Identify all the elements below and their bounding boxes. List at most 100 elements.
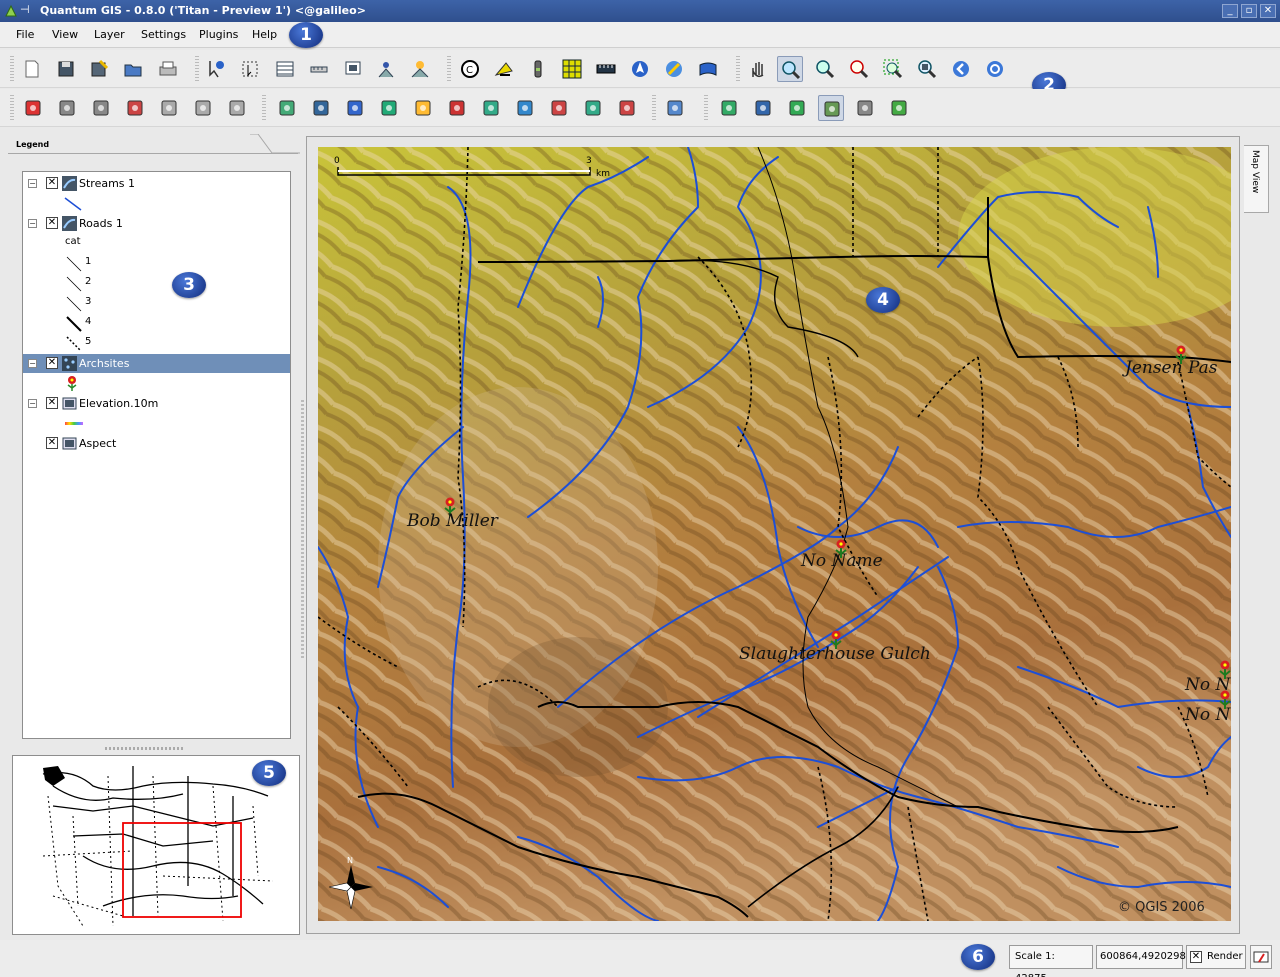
- grass-mapset-icon[interactable]: [750, 95, 776, 121]
- measure-line-icon[interactable]: [306, 56, 332, 82]
- north-arrow-icon[interactable]: [491, 56, 517, 82]
- grass-edit-icon[interactable]: [818, 95, 844, 121]
- legend-layer-aspect[interactable]: ✕ Aspect: [23, 434, 290, 453]
- refresh-icon[interactable]: [982, 56, 1008, 82]
- navigate-icon[interactable]: [627, 56, 653, 82]
- menu-layer[interactable]: Layer: [94, 28, 125, 41]
- projection-button[interactable]: [1250, 945, 1272, 969]
- grid-icon[interactable]: [559, 56, 585, 82]
- layer-visible-checkbox[interactable]: ✕: [46, 177, 58, 189]
- toolbar-grip[interactable]: [704, 95, 708, 121]
- minimize-icon[interactable]: _: [1222, 4, 1238, 18]
- measure-area-icon[interactable]: [373, 56, 399, 82]
- split-feature-icon[interactable]: [190, 95, 216, 121]
- print-icon[interactable]: [155, 56, 181, 82]
- layer-visible-checkbox[interactable]: ✕: [46, 437, 58, 449]
- add-postgis-layer-icon[interactable]: [342, 95, 368, 121]
- close-icon[interactable]: ✕: [1260, 4, 1276, 18]
- layer-visible-checkbox[interactable]: ✕: [46, 397, 58, 409]
- collapse-icon[interactable]: −: [28, 399, 37, 408]
- help-book-icon[interactable]: [662, 95, 688, 121]
- copyright-icon[interactable]: C: [457, 56, 483, 82]
- move-feature-icon[interactable]: [156, 95, 182, 121]
- script-icon[interactable]: [695, 56, 721, 82]
- show-overview-icon[interactable]: [580, 95, 606, 121]
- toolbar-grip[interactable]: [652, 95, 656, 121]
- legend-tab[interactable]: Legend: [8, 134, 258, 154]
- toolbar-grip[interactable]: [10, 56, 14, 82]
- menu-help[interactable]: Help: [252, 28, 277, 41]
- gps-icon[interactable]: [661, 56, 687, 82]
- zoom-selection-icon[interactable]: [880, 56, 906, 82]
- layer-visible-checkbox[interactable]: ✕: [46, 357, 58, 369]
- toolbar-grip[interactable]: [262, 95, 266, 121]
- digitize-polygon-icon[interactable]: [88, 95, 114, 121]
- legend-panel[interactable]: − ✕ Streams 1 − ✕ Roads 1 cat 1 2 3 4 5 …: [22, 171, 291, 739]
- legend-layer-elevation[interactable]: − ✕ Elevation.10m: [23, 394, 290, 413]
- north-label: N: [347, 856, 353, 865]
- splitter-handle[interactable]: [105, 747, 185, 750]
- zoom-full-icon[interactable]: [846, 56, 872, 82]
- collapse-icon[interactable]: −: [28, 219, 37, 228]
- delete-feature-icon[interactable]: [122, 95, 148, 121]
- map-canvas[interactable]: 0 3 km Bob Miller No Name Slaughterhouse…: [318, 147, 1231, 921]
- digitize-line-icon[interactable]: [54, 95, 80, 121]
- legend-layer-streams[interactable]: − ✕ Streams 1: [23, 174, 290, 193]
- remove-overview-icon[interactable]: [614, 95, 640, 121]
- scale-bar-icon[interactable]: [525, 56, 551, 82]
- toolbar-grip[interactable]: [736, 56, 740, 82]
- toolbar-grip[interactable]: [195, 56, 199, 82]
- digitize-point-icon[interactable]: [20, 95, 46, 121]
- zoom-out-icon[interactable]: [812, 56, 838, 82]
- pin-icon[interactable]: ⊣: [20, 3, 30, 16]
- map-rendering[interactable]: 0 3 km Bob Miller No Name Slaughterhouse…: [318, 147, 1231, 921]
- zoom-layer-icon[interactable]: [914, 56, 940, 82]
- select-icon[interactable]: [237, 56, 263, 82]
- add-wms-layer-icon[interactable]: [376, 95, 402, 121]
- pan-icon[interactable]: [745, 56, 771, 82]
- ruler-icon[interactable]: [593, 56, 619, 82]
- map-view-tab[interactable]: Map View: [1244, 145, 1269, 213]
- collapse-icon[interactable]: −: [28, 179, 37, 188]
- scale-display[interactable]: Scale 1: 42875: [1009, 945, 1093, 977]
- layer-visible-checkbox[interactable]: ✕: [46, 217, 58, 229]
- layer-toolbar: [0, 89, 1280, 127]
- overview-map[interactable]: [13, 756, 299, 934]
- legend-layer-archsites[interactable]: − ✕ Archsites: [23, 354, 290, 373]
- add-raster-layer-icon[interactable]: [308, 95, 334, 121]
- toolbar-grip[interactable]: [447, 56, 451, 82]
- toolbar-grip[interactable]: [10, 95, 14, 121]
- vertical-splitter-handle[interactable]: [301, 400, 304, 660]
- collapse-icon[interactable]: −: [28, 359, 37, 368]
- hide-all-layers-icon[interactable]: [546, 95, 572, 121]
- render-checkbox[interactable]: ✕: [1190, 951, 1202, 963]
- open-project-icon[interactable]: [120, 56, 146, 82]
- menu-plugins[interactable]: Plugins: [199, 28, 238, 41]
- legend-layer-roads[interactable]: − ✕ Roads 1: [23, 214, 290, 233]
- map-tips-icon[interactable]: [340, 56, 366, 82]
- grass-new-vector-icon[interactable]: [852, 95, 878, 121]
- grass-region-icon[interactable]: [716, 95, 742, 121]
- menu-view[interactable]: View: [52, 28, 78, 41]
- new-project-icon[interactable]: [19, 56, 45, 82]
- zoom-in-icon[interactable]: [777, 56, 803, 82]
- maximize-icon[interactable]: ▫: [1241, 4, 1257, 18]
- layer-properties-icon[interactable]: [478, 95, 504, 121]
- add-vector-layer-icon[interactable]: [274, 95, 300, 121]
- menu-file[interactable]: File: [16, 28, 34, 41]
- render-toggle[interactable]: ✕ Render: [1186, 945, 1246, 969]
- grass-tools-icon[interactable]: [784, 95, 810, 121]
- add-ring-icon[interactable]: [224, 95, 250, 121]
- site-label: No Name: [800, 551, 883, 571]
- new-vector-layer-icon[interactable]: [410, 95, 436, 121]
- save-as-icon[interactable]: [86, 56, 112, 82]
- menu-settings[interactable]: Settings: [141, 28, 186, 41]
- capture-icon[interactable]: [407, 56, 433, 82]
- show-all-layers-icon[interactable]: [512, 95, 538, 121]
- identify-icon[interactable]: [203, 56, 229, 82]
- grass-display-icon[interactable]: [886, 95, 912, 121]
- zoom-last-icon[interactable]: [948, 56, 974, 82]
- remove-layer-icon[interactable]: [444, 95, 470, 121]
- attribute-table-icon[interactable]: [272, 56, 298, 82]
- save-project-icon[interactable]: [53, 56, 79, 82]
